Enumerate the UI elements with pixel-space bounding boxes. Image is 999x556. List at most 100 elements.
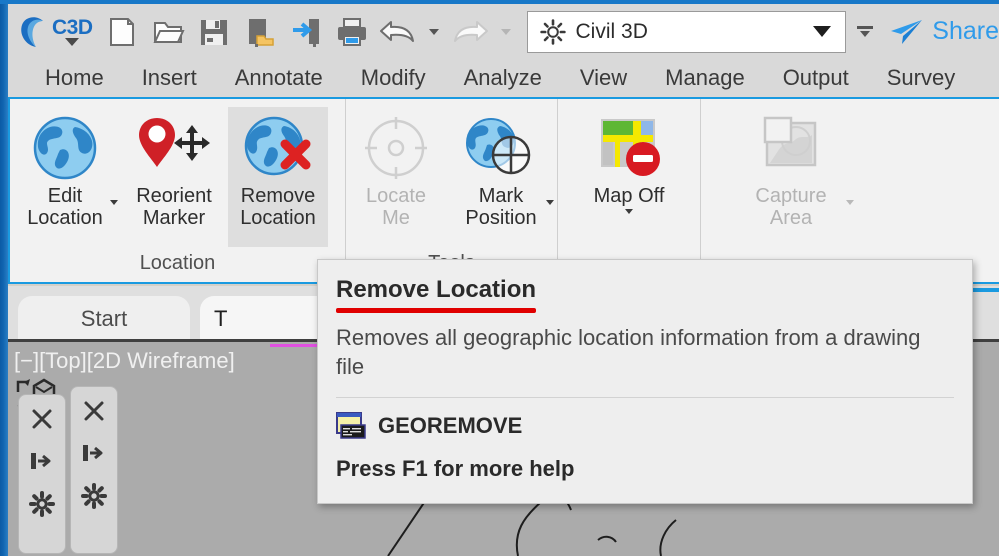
chevron-down-icon	[65, 38, 80, 46]
crosshair-icon	[361, 111, 431, 185]
chevron-down-icon	[846, 200, 854, 205]
civil3d-logo-icon	[21, 16, 43, 47]
printer-icon	[337, 17, 366, 46]
undo-button[interactable]	[375, 8, 421, 56]
auto-hide-icon[interactable]	[81, 441, 107, 465]
palette-left[interactable]	[18, 394, 66, 554]
redo-button[interactable]	[447, 8, 493, 56]
workspace-value: Civil 3D	[575, 19, 648, 43]
tooltip-accent-rule	[336, 308, 536, 313]
button-label-line2: Marker	[142, 207, 206, 230]
app-logo-label: C3D	[52, 16, 93, 39]
application-window: C3D Civil 3D Share Home Insert Annotate …	[0, 0, 999, 556]
properties-gear-icon[interactable]	[29, 491, 55, 517]
new-drawing-button[interactable]	[99, 8, 145, 56]
gear-icon	[539, 18, 566, 45]
reorient-marker-button[interactable]: Reorient Marker	[120, 107, 228, 247]
ribbon-panel-capture: Capture Area Capture	[701, 99, 881, 282]
button-label-line2: Area	[769, 207, 813, 230]
tooltip-separator	[336, 397, 954, 399]
tab-survey[interactable]: Survey	[868, 59, 974, 97]
new-file-icon	[109, 17, 134, 46]
capture-area-icon	[756, 111, 826, 185]
ribbon-tab-bar: Home Insert Annotate Modify Analyze View…	[8, 59, 999, 97]
tooltip-popup: Remove Location Removes all geographic l…	[317, 259, 973, 504]
save-disk-icon	[200, 19, 227, 45]
button-label-line2: Location	[27, 207, 103, 230]
chevron-down-icon	[813, 26, 832, 37]
chevron-down-icon	[625, 209, 633, 215]
save-as-drawing-button[interactable]	[237, 8, 283, 56]
tooltip-command-row: GEOREMOVE	[336, 412, 954, 440]
chevron-down-icon	[428, 28, 439, 35]
capture-area-dropdown[interactable]	[846, 200, 854, 205]
globe-icon	[30, 111, 100, 185]
ribbon-panel-tools: Locate Me Mark Position	[346, 99, 558, 282]
share-button[interactable]: Share	[888, 17, 999, 47]
tooltip-command-name: GEOREMOVE	[378, 413, 523, 439]
globe-remove-icon	[240, 111, 316, 185]
properties-gear-icon[interactable]	[81, 483, 107, 509]
save-as-icon	[248, 18, 274, 47]
close-icon[interactable]	[82, 399, 106, 423]
open-drawing-button[interactable]	[145, 8, 191, 56]
tab-annotate[interactable]: Annotate	[216, 59, 342, 97]
mark-position-button[interactable]: Mark Position	[446, 107, 556, 247]
close-icon[interactable]	[30, 407, 54, 431]
ribbon-panel-location: Edit Location Reorient Marker Remove Loc…	[10, 99, 346, 282]
chevron-down-icon	[500, 28, 511, 35]
save-drawing-button[interactable]	[191, 8, 237, 56]
edit-location-dropdown[interactable]	[110, 200, 118, 205]
tab-view[interactable]: View	[561, 59, 646, 97]
globe-crosshair-icon	[461, 111, 541, 185]
redo-dropdown-button[interactable]	[493, 8, 519, 56]
auto-hide-icon[interactable]	[29, 449, 55, 473]
button-label-line1: Mark	[478, 185, 524, 207]
button-label-line1: Edit	[47, 185, 83, 207]
chevron-down-icon	[546, 200, 554, 205]
map-off-button[interactable]: Map Off	[564, 107, 694, 247]
undo-arrow-icon	[379, 20, 414, 42]
plot-button[interactable]	[329, 8, 375, 56]
tab-output[interactable]: Output	[764, 59, 868, 97]
tooltip-title: Remove Location	[336, 276, 537, 303]
map-off-dropdown[interactable]	[625, 209, 633, 215]
remove-location-button[interactable]: Remove Location	[228, 107, 328, 247]
command-line-icon	[336, 412, 366, 439]
mark-position-dropdown[interactable]	[546, 200, 554, 205]
ribbon-panel-online-map: Map Off Online Map	[558, 99, 701, 282]
panel-title-location: Location	[139, 252, 216, 274]
document-tab-start[interactable]: Start	[18, 296, 190, 342]
app-menu-button[interactable]: C3D	[16, 12, 99, 52]
undo-dropdown-button[interactable]	[421, 8, 447, 56]
share-paperplane-icon	[891, 19, 923, 44]
tab-accent-bar	[969, 288, 999, 292]
map-off-icon	[593, 111, 665, 185]
tab-insert[interactable]: Insert	[123, 59, 216, 97]
button-label-line2: Position	[465, 207, 537, 230]
chevron-down-icon	[860, 31, 871, 37]
button-label-line1: Remove	[240, 185, 316, 207]
quick-access-toolbar: C3D Civil 3D Share	[8, 4, 999, 59]
button-label-line1: Map Off	[593, 185, 665, 207]
button-label-line1: Reorient	[136, 185, 212, 207]
tooltip-help-text: Press F1 for more help	[336, 456, 575, 482]
button-label-line2: Me	[382, 207, 410, 230]
workspace-selector[interactable]: Civil 3D	[526, 10, 847, 53]
button-label-line1: Capture	[755, 185, 827, 207]
open-folder-icon	[152, 21, 185, 43]
export-drawing-button[interactable]	[283, 8, 329, 56]
palette-right[interactable]	[70, 386, 118, 554]
locate-me-button[interactable]: Locate Me	[346, 107, 446, 247]
tab-manage[interactable]: Manage	[646, 59, 764, 97]
window-border-left	[0, 0, 8, 556]
qat-customize-button[interactable]	[852, 8, 878, 56]
edit-location-button[interactable]: Edit Location	[10, 107, 120, 247]
tab-modify[interactable]: Modify	[342, 59, 445, 97]
tab-home[interactable]: Home	[26, 59, 123, 97]
tab-analyze[interactable]: Analyze	[445, 59, 561, 97]
map-pin-move-icon	[129, 111, 219, 185]
redo-arrow-icon	[453, 20, 488, 42]
capture-area-button[interactable]: Capture Area	[726, 107, 856, 247]
tooltip-description: Removes all geographic location informat…	[336, 325, 921, 380]
